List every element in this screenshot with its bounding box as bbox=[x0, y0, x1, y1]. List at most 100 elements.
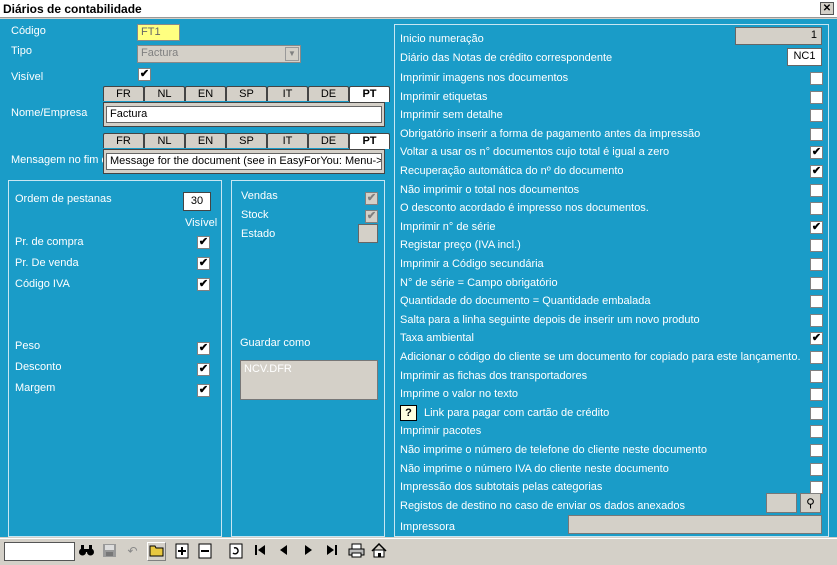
option-row: Imprime o valor no texto bbox=[400, 386, 825, 404]
option-label: Salta para a linha seguinte depois de in… bbox=[400, 314, 700, 326]
option-row: O desconto acordado é impresso nos docum… bbox=[400, 200, 825, 218]
option-checkbox[interactable] bbox=[810, 202, 823, 215]
tab-nome-sp[interactable]: SP bbox=[226, 86, 267, 101]
stock-checkbox[interactable]: ✔ bbox=[365, 210, 378, 223]
option-label: Imprimir pacotes bbox=[400, 425, 482, 437]
diario-nc-field[interactable]: NC1 bbox=[787, 48, 822, 66]
margem-label: Margem bbox=[15, 382, 56, 394]
undo-icon[interactable]: ↶ bbox=[123, 542, 142, 561]
tab-nome-nl[interactable]: NL bbox=[144, 86, 185, 101]
option-label: Registar preço (IVA incl.) bbox=[400, 239, 521, 251]
guardar-field[interactable]: NCV.DFR bbox=[240, 360, 378, 400]
option-row: Imprimir n° de série ✔ bbox=[400, 219, 825, 237]
peso-label: Peso bbox=[15, 340, 41, 352]
tab-nome-de[interactable]: DE bbox=[308, 86, 349, 101]
option-checkbox[interactable]: ✔ bbox=[810, 165, 823, 178]
option-checkbox[interactable] bbox=[810, 91, 823, 104]
tab-nome-pt[interactable]: PT bbox=[349, 86, 390, 102]
option-checkbox[interactable]: ✔ bbox=[810, 146, 823, 159]
refresh-icon[interactable] bbox=[226, 542, 245, 561]
guardar-label: Guardar como bbox=[240, 337, 311, 349]
nome-language-tabs: FR NL EN SP IT DE PT bbox=[103, 86, 390, 102]
tab-nome-fr[interactable]: FR bbox=[103, 86, 144, 101]
option-label: O desconto acordado é impresso nos docum… bbox=[400, 202, 649, 214]
tab-nome-it[interactable]: IT bbox=[267, 86, 308, 101]
margem-checkbox[interactable]: ✔ bbox=[197, 384, 210, 397]
previous-record-icon[interactable] bbox=[274, 542, 293, 561]
option-checkbox[interactable] bbox=[810, 407, 823, 420]
inicio-field[interactable]: 1 bbox=[735, 27, 822, 45]
option-checkbox[interactable] bbox=[810, 370, 823, 383]
tab-msg-de[interactable]: DE bbox=[308, 133, 349, 148]
tab-msg-fr[interactable]: FR bbox=[103, 133, 144, 148]
option-checkbox[interactable] bbox=[810, 128, 823, 141]
help-icon[interactable]: ? bbox=[400, 405, 417, 421]
option-checkbox[interactable] bbox=[810, 258, 823, 271]
tab-msg-it[interactable]: IT bbox=[267, 133, 308, 148]
print-icon[interactable] bbox=[347, 542, 366, 561]
tab-msg-nl[interactable]: NL bbox=[144, 133, 185, 148]
tipo-select[interactable]: Factura ▼ bbox=[137, 45, 301, 63]
open-folder-icon[interactable] bbox=[147, 542, 166, 561]
option-row: Imprimir a Código secundária bbox=[400, 256, 825, 274]
tab-msg-pt[interactable]: PT bbox=[349, 133, 390, 149]
window-title: Diários de contabilidade bbox=[3, 2, 142, 16]
option-label: Imprimir as fichas dos transportadores bbox=[400, 370, 588, 382]
pr-compra-checkbox[interactable]: ✔ bbox=[197, 236, 210, 249]
chevron-down-icon[interactable]: ▼ bbox=[285, 47, 299, 61]
option-checkbox[interactable] bbox=[810, 314, 823, 327]
vendas-label: Vendas bbox=[241, 190, 278, 202]
registos-label: Registos de destino no caso de enviar os… bbox=[400, 500, 685, 512]
estado-field[interactable] bbox=[358, 224, 378, 243]
option-checkbox[interactable] bbox=[810, 463, 823, 476]
desconto-checkbox[interactable]: ✔ bbox=[197, 363, 210, 376]
next-record-icon[interactable] bbox=[298, 542, 317, 561]
last-record-icon[interactable] bbox=[322, 542, 341, 561]
inicio-label: Inicio numeração bbox=[400, 33, 484, 45]
option-label: Quantidade do documento = Quantidade emb… bbox=[400, 295, 651, 307]
desconto-label: Desconto bbox=[15, 361, 62, 373]
search-input[interactable] bbox=[4, 542, 75, 561]
impressora-label: Impressora bbox=[400, 521, 456, 533]
ordem-field[interactable]: 30 bbox=[183, 192, 211, 211]
visivel-checkbox[interactable]: ✔ bbox=[138, 68, 151, 81]
vendas-checkbox[interactable]: ✔ bbox=[365, 192, 378, 205]
impressora-field[interactable] bbox=[568, 515, 822, 534]
option-checkbox[interactable] bbox=[810, 444, 823, 457]
tab-msg-sp[interactable]: SP bbox=[226, 133, 267, 148]
first-record-icon[interactable] bbox=[250, 542, 269, 561]
delete-record-icon[interactable] bbox=[195, 542, 214, 561]
option-checkbox[interactable] bbox=[810, 277, 823, 290]
option-checkbox[interactable] bbox=[810, 239, 823, 252]
vendas-panel: Vendas ✔ Stock ✔ Estado Guardar como NCV… bbox=[231, 180, 385, 537]
option-checkbox[interactable]: ✔ bbox=[810, 332, 823, 345]
add-record-icon[interactable] bbox=[172, 542, 191, 561]
close-icon[interactable]: ✕ bbox=[820, 2, 834, 15]
option-checkbox[interactable] bbox=[810, 184, 823, 197]
nome-field[interactable]: Factura bbox=[106, 106, 382, 123]
option-checkbox[interactable] bbox=[810, 388, 823, 401]
option-row: Recuperação automática do nº do document… bbox=[400, 163, 825, 181]
option-checkbox[interactable] bbox=[810, 481, 823, 494]
option-checkbox[interactable] bbox=[810, 425, 823, 438]
pr-venda-label: Pr. De venda bbox=[15, 257, 79, 269]
option-label: Não imprimir o total nos documentos bbox=[400, 184, 580, 196]
codigo-iva-checkbox[interactable]: ✔ bbox=[197, 278, 210, 291]
option-row: Não imprime o número de telefone do clie… bbox=[400, 442, 825, 460]
save-icon[interactable] bbox=[100, 542, 119, 561]
home-icon[interactable] bbox=[369, 542, 388, 561]
peso-checkbox[interactable]: ✔ bbox=[197, 342, 210, 355]
binoculars-icon[interactable] bbox=[77, 542, 96, 561]
tipo-label: Tipo bbox=[11, 45, 32, 57]
tab-msg-en[interactable]: EN bbox=[185, 133, 226, 148]
option-checkbox[interactable]: ✔ bbox=[810, 221, 823, 234]
mensagem-field[interactable]: Message for the document (see in EasyFor… bbox=[106, 153, 382, 170]
codigo-field[interactable]: FT1 bbox=[137, 24, 180, 41]
bottom-toolbar: ↶ bbox=[0, 538, 837, 565]
pr-venda-checkbox[interactable]: ✔ bbox=[197, 257, 210, 270]
option-checkbox[interactable] bbox=[810, 295, 823, 308]
option-checkbox[interactable] bbox=[810, 72, 823, 85]
option-checkbox[interactable] bbox=[810, 351, 823, 364]
option-checkbox[interactable] bbox=[810, 109, 823, 122]
tab-nome-en[interactable]: EN bbox=[185, 86, 226, 101]
